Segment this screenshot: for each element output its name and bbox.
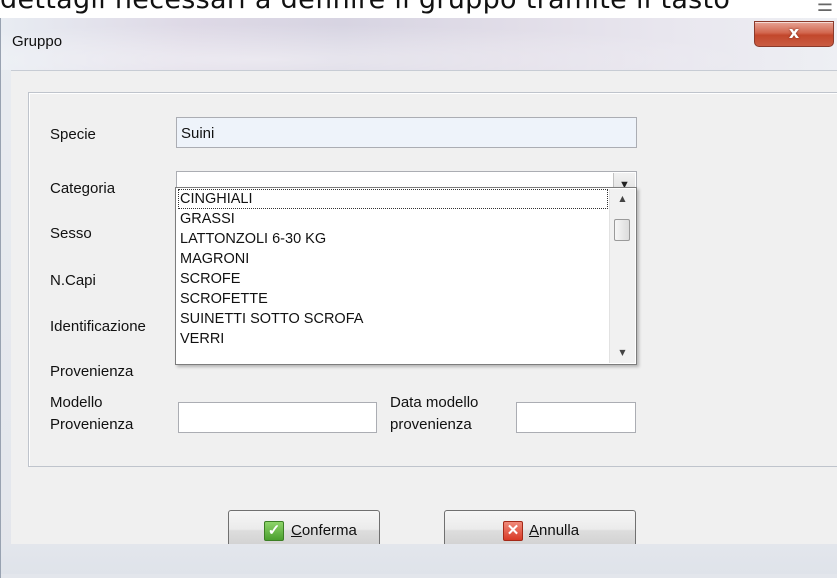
check-icon: ✓ (264, 521, 284, 541)
modello-provenienza-field[interactable] (178, 402, 377, 433)
cancel-button-label: Annulla (529, 522, 580, 539)
specie-value: Suini (181, 125, 215, 142)
data-modello-provenienza-field[interactable] (516, 402, 636, 433)
close-button[interactable]: x (754, 21, 834, 47)
document-text-behind: dettagli necessari a definire il gruppo … (0, 0, 837, 18)
categoria-dropdown-list[interactable]: CINGHIALI GRASSI LATTONZOLI 6-30 KG MAGR… (175, 187, 637, 365)
scroll-indicator-icon: ☰ (816, 0, 834, 16)
close-icon: x (788, 23, 800, 42)
scroll-up-icon[interactable]: ▲ (610, 191, 635, 207)
modello-provenienza-label-line1: Modello (50, 394, 103, 411)
dropdown-item[interactable]: CINGHIALI (178, 189, 608, 209)
modello-provenienza-label-line2: Provenienza (50, 416, 134, 433)
provenienza-label: Provenienza (50, 363, 134, 380)
dropdown-item[interactable]: VERRI (178, 329, 608, 349)
dialog-title: Gruppo (12, 33, 63, 50)
categoria-label: Categoria (50, 180, 116, 197)
data-modello-label-line2: provenienza (390, 416, 472, 433)
sesso-label: Sesso (50, 225, 92, 242)
specie-label: Specie (50, 126, 96, 143)
dropdown-item[interactable]: LATTONZOLI 6-30 KG (178, 229, 608, 249)
dropdown-item[interactable]: SCROFE (178, 269, 608, 289)
dropdown-scrollbar[interactable]: ▲ ▼ (609, 189, 635, 363)
dropdown-item[interactable]: SCROFETTE (178, 289, 608, 309)
window-bottom-frame (1, 544, 837, 574)
scrollbar-thumb[interactable] (614, 219, 630, 241)
data-modello-label-line1: Data modello (390, 394, 479, 411)
x-icon: ✕ (503, 521, 523, 541)
dropdown-item[interactable]: SUINETTI SOTTO SCROFA (178, 309, 608, 329)
specie-field[interactable]: Suini (176, 117, 637, 148)
title-bar[interactable]: Gruppo x (1, 18, 837, 70)
dropdown-items: CINGHIALI GRASSI LATTONZOLI 6-30 KG MAGR… (178, 189, 608, 349)
n-capi-label: N.Capi (50, 272, 96, 289)
dropdown-item[interactable]: MAGRONI (178, 249, 608, 269)
dropdown-item[interactable]: GRASSI (178, 209, 608, 229)
identificazione-label: Identificazione (50, 318, 146, 335)
scroll-down-icon[interactable]: ▼ (610, 345, 635, 361)
confirm-button-label: Conferma (291, 522, 357, 539)
